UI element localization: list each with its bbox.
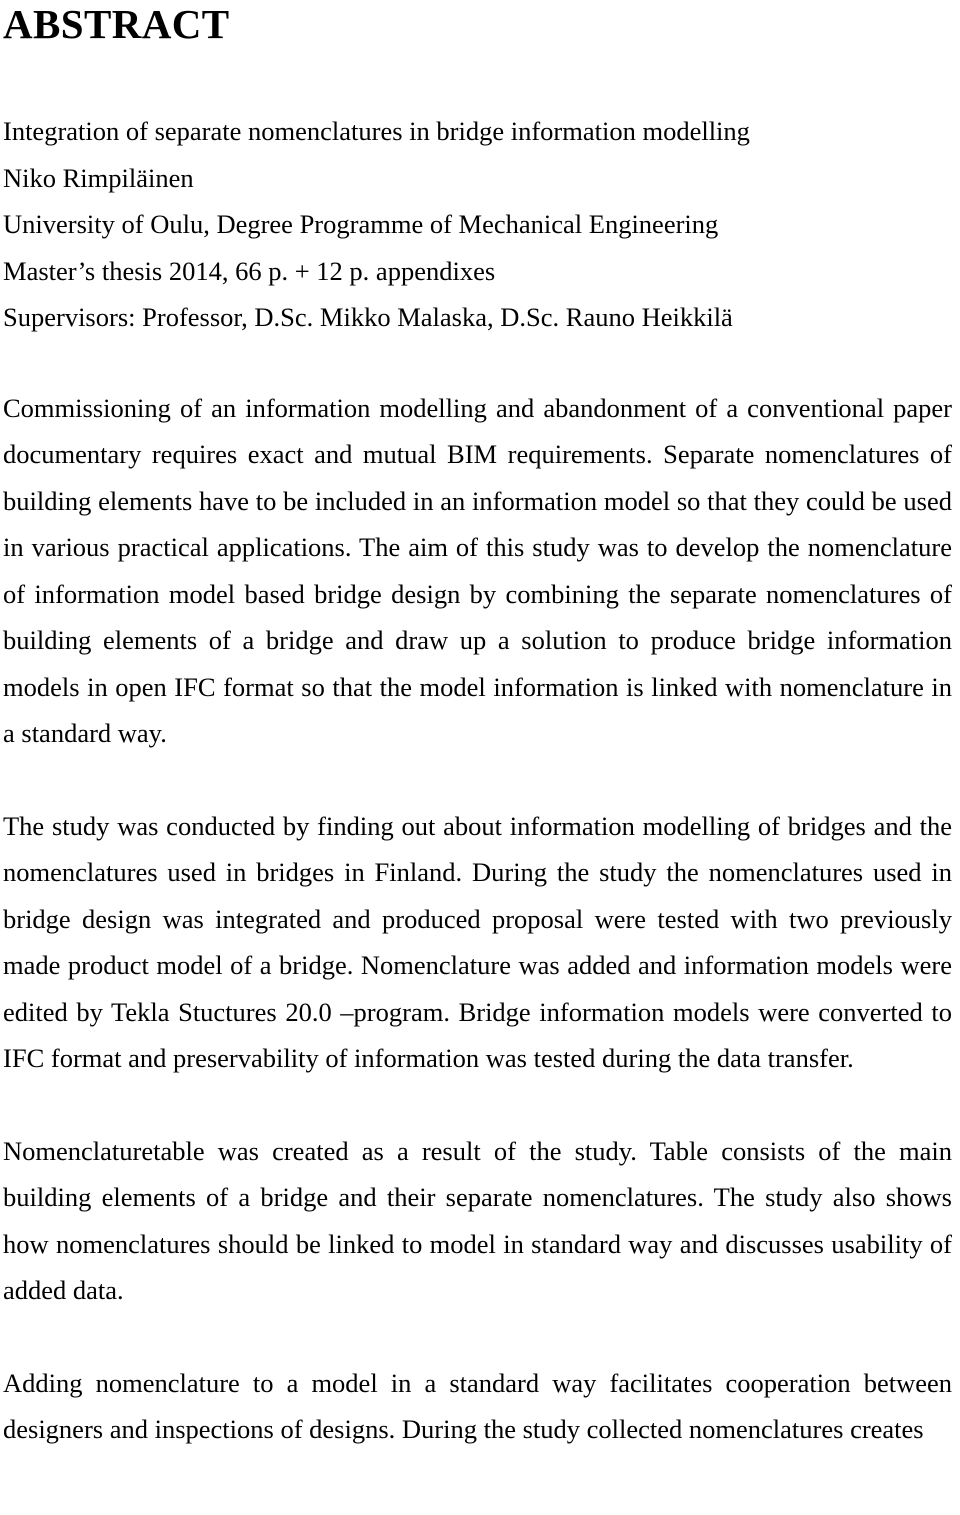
- thesis-title: Integration of separate nomenclatures in…: [3, 116, 750, 146]
- abstract-page: ABSTRACT Integration of separate nomencl…: [0, 0, 960, 1515]
- thesis-metadata-block: Integration of separate nomenclatures in…: [3, 108, 952, 341]
- abstract-paragraph-4: Adding nomenclature to a model in a stan…: [3, 1367, 952, 1445]
- thesis-type-and-pages: Master’s thesis 2014, 66 p. + 12 p. appe…: [3, 255, 496, 286]
- author-name: Niko Rimpiläinen: [3, 162, 194, 193]
- supervisors: Supervisors: Professor, D.Sc. Mikko Mala…: [3, 302, 733, 332]
- abstract-paragraph-2: The study was conducted by finding out a…: [3, 810, 952, 1074]
- university-and-programme: University of Oulu, Degree Programme of …: [3, 209, 719, 239]
- page-title: ABSTRACT: [3, 1, 230, 47]
- abstract-paragraph-3: Nomenclaturetable was created as a resul…: [3, 1135, 952, 1306]
- abstract-paragraph-1: Commissioning of an information modellin…: [3, 392, 952, 749]
- abstract-body: Commissioning of an information modellin…: [3, 385, 952, 1453]
